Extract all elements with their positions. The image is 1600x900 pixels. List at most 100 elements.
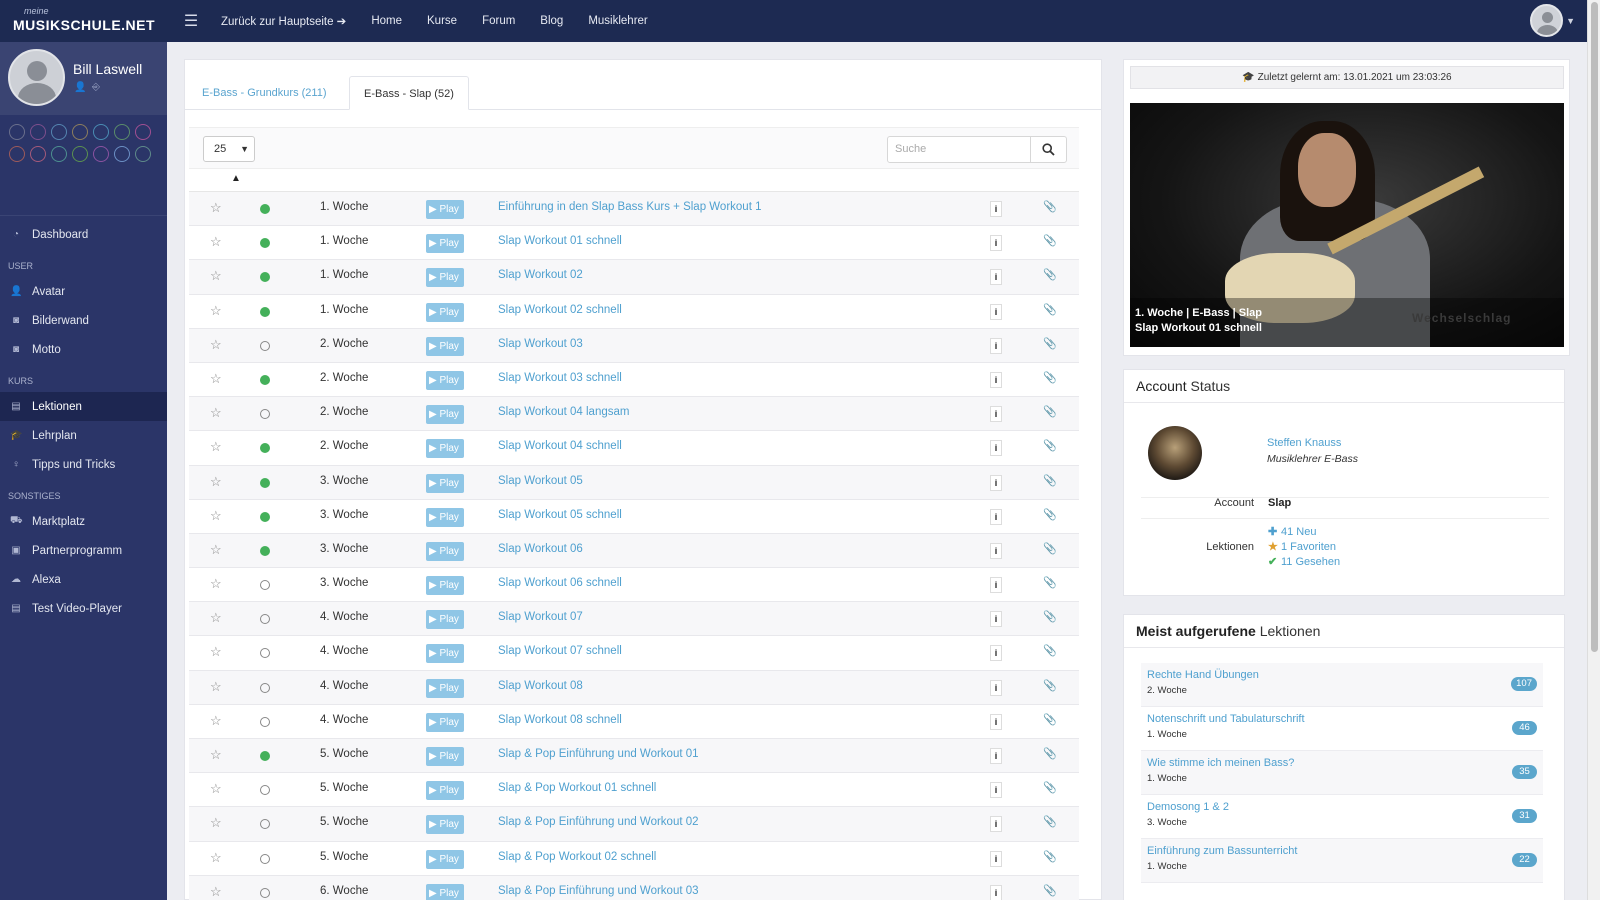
popular-lesson-item[interactable]: Notenschrift und Tabulaturschrift 1. Woch…: [1141, 707, 1543, 751]
paperclip-icon[interactable]: 📎: [1043, 337, 1057, 350]
play-button[interactable]: ▶ Play: [426, 781, 464, 801]
nav-link-teachers[interactable]: Musiklehrer: [588, 15, 647, 27]
info-button[interactable]: i: [990, 816, 1002, 833]
lesson-title-link[interactable]: Slap Workout 06: [498, 543, 583, 555]
paperclip-icon[interactable]: 📎: [1043, 474, 1057, 487]
search-button[interactable]: [1030, 136, 1067, 163]
star-icon[interactable]: ☆: [210, 371, 222, 387]
theme-swatch[interactable]: [51, 124, 67, 140]
paperclip-icon[interactable]: 📎: [1043, 576, 1057, 589]
stat-check[interactable]: ✔ 11 Gesehen: [1268, 555, 1340, 568]
theme-swatch[interactable]: [114, 124, 130, 140]
sidebar-item-marktplatz[interactable]: ⛟ Marktplatz: [0, 507, 167, 536]
star-icon[interactable]: ☆: [210, 337, 222, 353]
sort-ascending-icon[interactable]: ▲: [231, 173, 241, 184]
popular-lesson-item[interactable]: Demosong 1 & 2 3. Woche 31: [1141, 795, 1543, 839]
theme-swatch[interactable]: [72, 124, 88, 140]
lesson-title-link[interactable]: Slap Workout 01 schnell: [498, 235, 622, 247]
tab-bass-basic[interactable]: E-Bass - Grundkurs (211): [188, 76, 341, 110]
info-button[interactable]: i: [990, 611, 1002, 628]
info-button[interactable]: i: [990, 269, 1002, 286]
play-button[interactable]: ▶ Play: [426, 541, 464, 561]
info-button[interactable]: i: [990, 235, 1002, 252]
info-button[interactable]: i: [990, 713, 1002, 730]
paperclip-icon[interactable]: 📎: [1043, 850, 1057, 863]
play-button[interactable]: ▶ Play: [426, 473, 464, 493]
play-button[interactable]: ▶ Play: [426, 405, 464, 425]
theme-swatch[interactable]: [30, 146, 46, 162]
paperclip-icon[interactable]: 📎: [1043, 542, 1057, 555]
paperclip-icon[interactable]: 📎: [1043, 405, 1057, 418]
play-button[interactable]: ▶ Play: [426, 507, 464, 527]
star-icon[interactable]: ☆: [210, 679, 222, 695]
hamburger-icon[interactable]: ☰: [171, 11, 211, 31]
lesson-title-link[interactable]: Slap Workout 02: [498, 269, 583, 281]
play-button[interactable]: ▶ Play: [426, 370, 464, 390]
lesson-title-link[interactable]: Slap Workout 02 schnell: [498, 304, 622, 316]
lesson-title-link[interactable]: Slap Workout 08 schnell: [498, 714, 622, 726]
play-button[interactable]: ▶ Play: [426, 883, 464, 900]
lesson-title-link[interactable]: Slap Workout 05 schnell: [498, 509, 622, 521]
paperclip-icon[interactable]: 📎: [1043, 200, 1057, 213]
tab-bass-slap[interactable]: E-Bass - Slap (52): [349, 76, 469, 110]
lesson-title-link[interactable]: Slap & Pop Einführung und Workout 01: [498, 748, 699, 760]
teacher-name[interactable]: Steffen Knauss: [1267, 437, 1341, 449]
play-button[interactable]: ▶ Play: [426, 234, 464, 254]
star-icon[interactable]: ☆: [210, 268, 222, 284]
theme-swatch[interactable]: [135, 124, 151, 140]
lesson-title-link[interactable]: Slap Workout 05: [498, 475, 583, 487]
star-icon[interactable]: ☆: [210, 405, 222, 421]
play-button[interactable]: ▶ Play: [426, 678, 464, 698]
sidebar-item-bilderwand[interactable]: ◙ Bilderwand: [0, 306, 167, 335]
search-input[interactable]: Suche: [887, 136, 1031, 163]
info-button[interactable]: i: [990, 850, 1002, 867]
star-icon[interactable]: ☆: [210, 713, 222, 729]
paperclip-icon[interactable]: 📎: [1043, 439, 1057, 452]
play-button[interactable]: ▶ Play: [426, 712, 464, 732]
info-button[interactable]: i: [990, 679, 1002, 696]
info-button[interactable]: i: [990, 542, 1002, 559]
popular-lesson-title[interactable]: Demosong 1 & 2: [1147, 801, 1229, 813]
sidebar-item-test-video-player[interactable]: ▤ Test Video-Player: [0, 594, 167, 623]
theme-swatch[interactable]: [51, 146, 67, 162]
sidebar-item-motto[interactable]: ◙ Motto: [0, 335, 167, 364]
lesson-title-link[interactable]: Slap Workout 04 langsam: [498, 406, 629, 418]
play-button[interactable]: ▶ Play: [426, 610, 464, 630]
lesson-title-link[interactable]: Slap & Pop Workout 02 schnell: [498, 851, 656, 863]
paperclip-icon[interactable]: 📎: [1043, 747, 1057, 760]
sidebar-item-lehrplan[interactable]: 🎓 Lehrplan: [0, 421, 167, 450]
star-icon[interactable]: ☆: [210, 508, 222, 524]
paperclip-icon[interactable]: 📎: [1043, 371, 1057, 384]
lesson-title-link[interactable]: Slap Workout 03: [498, 338, 583, 350]
play-button[interactable]: ▶ Play: [426, 268, 464, 288]
star-icon[interactable]: ☆: [210, 542, 222, 558]
paperclip-icon[interactable]: 📎: [1043, 268, 1057, 281]
nav-link-forum[interactable]: Forum: [482, 15, 515, 27]
sidebar-item-lektionen[interactable]: ▤ Lektionen: [0, 392, 167, 421]
lesson-title-link[interactable]: Slap & Pop Workout 01 schnell: [498, 782, 656, 794]
info-button[interactable]: i: [990, 474, 1002, 491]
video-player[interactable]: 1. Woche | E-Bass | Slap Slap Workout 01…: [1130, 103, 1564, 347]
popular-lesson-title[interactable]: Einführung zum Bassunterricht: [1147, 845, 1297, 857]
lesson-title-link[interactable]: Slap Workout 03 schnell: [498, 372, 622, 384]
profile-user-icon[interactable]: 👤: [74, 82, 86, 93]
lesson-title-link[interactable]: Slap Workout 04 schnell: [498, 440, 622, 452]
popular-lesson-item[interactable]: Einführung zum Bassunterricht 1. Woche 22: [1141, 839, 1543, 883]
nav-link-blog[interactable]: Blog: [540, 15, 563, 27]
play-button[interactable]: ▶ Play: [426, 815, 464, 835]
lesson-title-link[interactable]: Slap & Pop Einführung und Workout 02: [498, 816, 699, 828]
theme-swatch[interactable]: [72, 146, 88, 162]
theme-swatch[interactable]: [114, 146, 130, 162]
star-icon[interactable]: ☆: [210, 747, 222, 763]
logout-icon[interactable]: ⎆: [92, 82, 100, 93]
sidebar-item-dashboard[interactable]: ◔ Dashboard: [0, 220, 167, 249]
info-button[interactable]: i: [990, 303, 1002, 320]
theme-swatch[interactable]: [9, 146, 25, 162]
info-button[interactable]: i: [990, 884, 1002, 900]
theme-swatch[interactable]: [93, 124, 109, 140]
star-icon[interactable]: ☆: [210, 644, 222, 660]
lesson-title-link[interactable]: Einführung in den Slap Bass Kurs + Slap …: [498, 201, 761, 213]
popular-lesson-item[interactable]: Rechte Hand Übungen 2. Woche 107: [1141, 663, 1543, 707]
info-button[interactable]: i: [990, 645, 1002, 662]
lesson-title-link[interactable]: Slap Workout 07: [498, 611, 583, 623]
